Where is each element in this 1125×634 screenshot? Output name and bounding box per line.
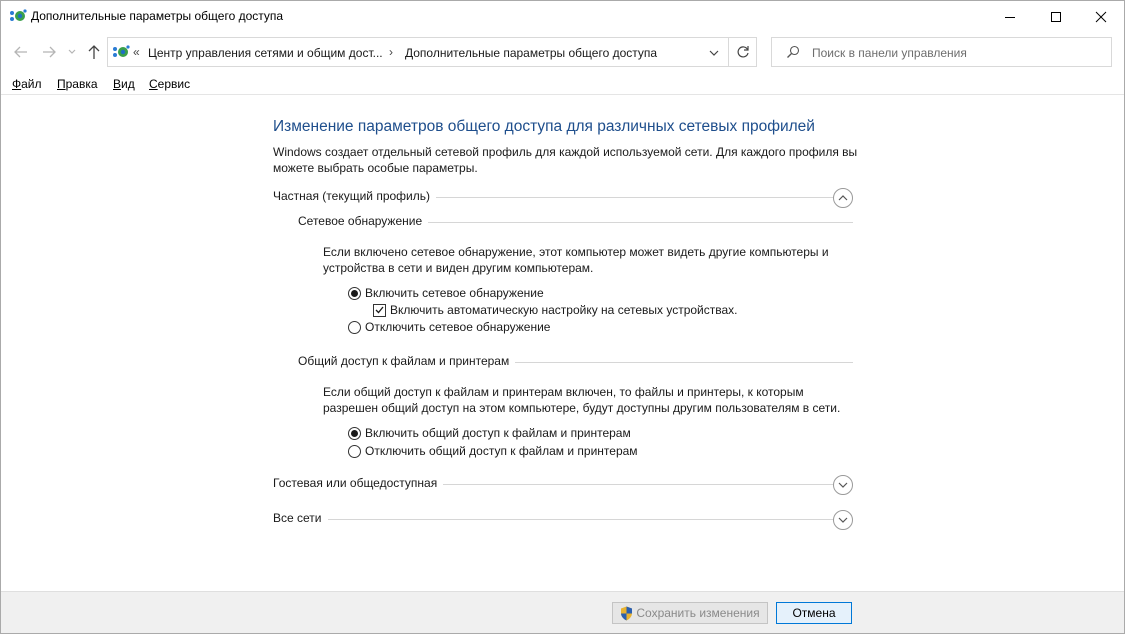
save-changes-button[interactable]: Сохранить изменения (612, 602, 768, 624)
close-icon (1095, 11, 1107, 22)
back-button[interactable] (12, 43, 30, 61)
breadcrumb-overflow[interactable]: « (133, 45, 140, 59)
profile-guest-expand-button[interactable] (833, 475, 853, 495)
menu-file-label: айл (21, 77, 42, 91)
maximize-button[interactable] (1033, 1, 1079, 32)
minimize-button[interactable] (987, 1, 1033, 32)
chevron-down-icon (68, 49, 76, 54)
radio-selected[interactable] (348, 286, 361, 300)
search-icon (787, 45, 800, 58)
radio-selected[interactable] (348, 426, 361, 440)
network-icon (10, 9, 27, 21)
address-bar[interactable]: « Центр управления сетями и общим дост..… (107, 37, 757, 67)
refresh-button[interactable] (728, 38, 756, 66)
menu-view[interactable]: Вид (113, 77, 135, 91)
profile-all-expand-button[interactable] (833, 510, 853, 530)
minimize-icon (1005, 16, 1015, 18)
refresh-icon (737, 46, 749, 58)
page-title: Изменение параметров общего доступа для … (273, 118, 815, 135)
search-box[interactable]: Поиск в панели управления (771, 37, 1112, 67)
up-button[interactable] (85, 43, 103, 61)
breadcrumb-network-center[interactable]: Центр управления сетями и общим дост... (148, 46, 383, 60)
menu-tools-label: ервис (157, 77, 191, 91)
checkbox-checked[interactable] (373, 303, 386, 317)
window-title: Дополнительные параметры общего доступа (31, 9, 284, 23)
window: Дополнительные параметры общего доступа (0, 0, 1125, 634)
network-discovery-off-radio[interactable]: Отключить сетевое обнаружение (348, 319, 550, 335)
file-sharing-on-radio[interactable]: Включить общий доступ к файлам и принтер… (348, 425, 631, 441)
file-sharing-off-radio[interactable]: Отключить общий доступ к файлам и принте… (348, 443, 638, 459)
file-sharing-title: Общий доступ к файлам и принтерам (298, 354, 516, 368)
navigation-bar: « Центр управления сетями и общим дост..… (1, 35, 1124, 69)
file-sharing-off-label: Отключить общий доступ к файлам и принте… (365, 444, 638, 458)
chevron-down-icon (838, 517, 848, 523)
auto-setup-checkbox[interactable]: Включить автоматическую настройку на сет… (373, 302, 738, 318)
network-discovery-title: Сетевое обнаружение (298, 214, 429, 228)
menu-file[interactable]: Файл (12, 77, 42, 91)
radio-unselected[interactable] (348, 320, 361, 334)
network-discovery-text: Если включено сетевое обнаружение, этот … (323, 245, 829, 275)
footer-bar: Сохранить изменения Отмена (1, 591, 1124, 633)
page-description: Windows создает отдельный сетевой профил… (273, 145, 858, 175)
profile-all-title[interactable]: Все сети (273, 511, 328, 525)
forward-arrow-icon (43, 46, 56, 58)
section-divider (273, 519, 833, 520)
breadcrumb-separator[interactable]: › (389, 45, 393, 59)
main-content: Изменение параметров общего доступа для … (1, 96, 1124, 590)
chevron-down-icon (709, 50, 719, 56)
menu-tools[interactable]: Сервис (149, 77, 190, 91)
file-sharing-on-label: Включить общий доступ к файлам и принтер… (365, 426, 631, 440)
file-sharing-text: Если общий доступ к файлам и принтерам в… (323, 385, 841, 415)
checkmark-icon (375, 306, 384, 314)
profile-private-title[interactable]: Частная (текущий профиль) (273, 189, 437, 203)
menu-view-accel: В (113, 77, 122, 91)
cancel-label: Отмена (792, 606, 836, 620)
back-arrow-icon (14, 46, 27, 58)
profile-private-collapse-button[interactable] (833, 188, 853, 208)
menu-edit-label: равка (65, 77, 98, 91)
chevron-up-icon (838, 195, 848, 201)
network-discovery-on-label: Включить сетевое обнаружение (365, 286, 544, 300)
menu-file-accel: Ф (12, 77, 22, 91)
address-history-button[interactable] (704, 45, 724, 61)
menu-bar: Файл Правка Вид Сервис (1, 73, 1124, 95)
title-bar: Дополнительные параметры общего доступа (1, 1, 1124, 32)
network-icon (113, 45, 130, 57)
recent-locations-button[interactable] (65, 43, 79, 61)
menu-tools-accel: С (149, 77, 158, 91)
maximize-icon (1051, 11, 1061, 22)
chevron-down-icon (838, 482, 848, 488)
profile-guest-title[interactable]: Гостевая или общедоступная (273, 476, 444, 490)
up-arrow-icon (88, 45, 100, 59)
close-button[interactable] (1078, 1, 1124, 32)
breadcrumb-advanced-sharing[interactable]: Дополнительные параметры общего доступа (405, 46, 657, 60)
search-input[interactable]: Поиск в панели управления (812, 46, 967, 60)
radio-unselected[interactable] (348, 444, 361, 458)
auto-setup-label: Включить автоматическую настройку на сет… (390, 303, 738, 317)
forward-button[interactable] (40, 43, 58, 61)
cancel-button[interactable]: Отмена (776, 602, 852, 624)
network-discovery-off-label: Отключить сетевое обнаружение (365, 320, 551, 334)
menu-view-label: ид (121, 77, 135, 91)
uac-shield-icon (621, 606, 633, 620)
save-changes-label: Сохранить изменения (636, 606, 760, 620)
network-discovery-on-radio[interactable]: Включить сетевое обнаружение (348, 285, 544, 301)
menu-edit-accel: П (57, 77, 66, 91)
menu-edit[interactable]: Правка (57, 77, 98, 91)
